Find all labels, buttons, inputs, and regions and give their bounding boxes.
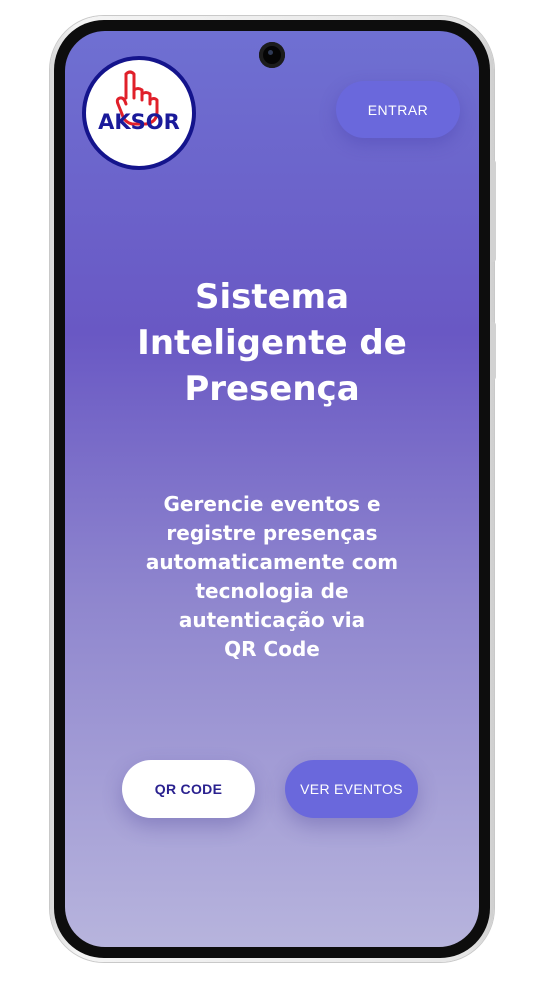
brand-logo[interactable]: AKSOR <box>82 56 196 170</box>
logo-text: AKSOR <box>98 110 180 134</box>
login-button[interactable]: ENTRAR <box>336 81 460 138</box>
hero-title: Sistema Inteligente de Presença <box>100 274 444 412</box>
hero-subtitle-line: QR Code <box>224 637 320 661</box>
hero-subtitle-line: tecnologia de <box>195 579 349 603</box>
hero-title-line: Sistema <box>194 277 350 317</box>
hero-title-line: Presença <box>184 369 360 409</box>
hero-subtitle: Gerencie eventos e registre presenças au… <box>120 490 424 664</box>
volume-button <box>490 160 496 262</box>
power-button <box>490 322 496 380</box>
hero-subtitle-line: Gerencie eventos e <box>163 492 381 516</box>
hero-title-line: Inteligente de <box>137 323 407 363</box>
hero-subtitle-line: registre presenças <box>166 521 378 545</box>
hero-subtitle-line: autenticação via <box>178 608 366 632</box>
qr-code-button[interactable]: QR CODE <box>122 760 255 818</box>
view-events-button[interactable]: VER EVENTOS <box>285 760 418 818</box>
hero-subtitle-line: automaticamente com <box>145 550 399 574</box>
front-camera-icon <box>259 42 285 68</box>
